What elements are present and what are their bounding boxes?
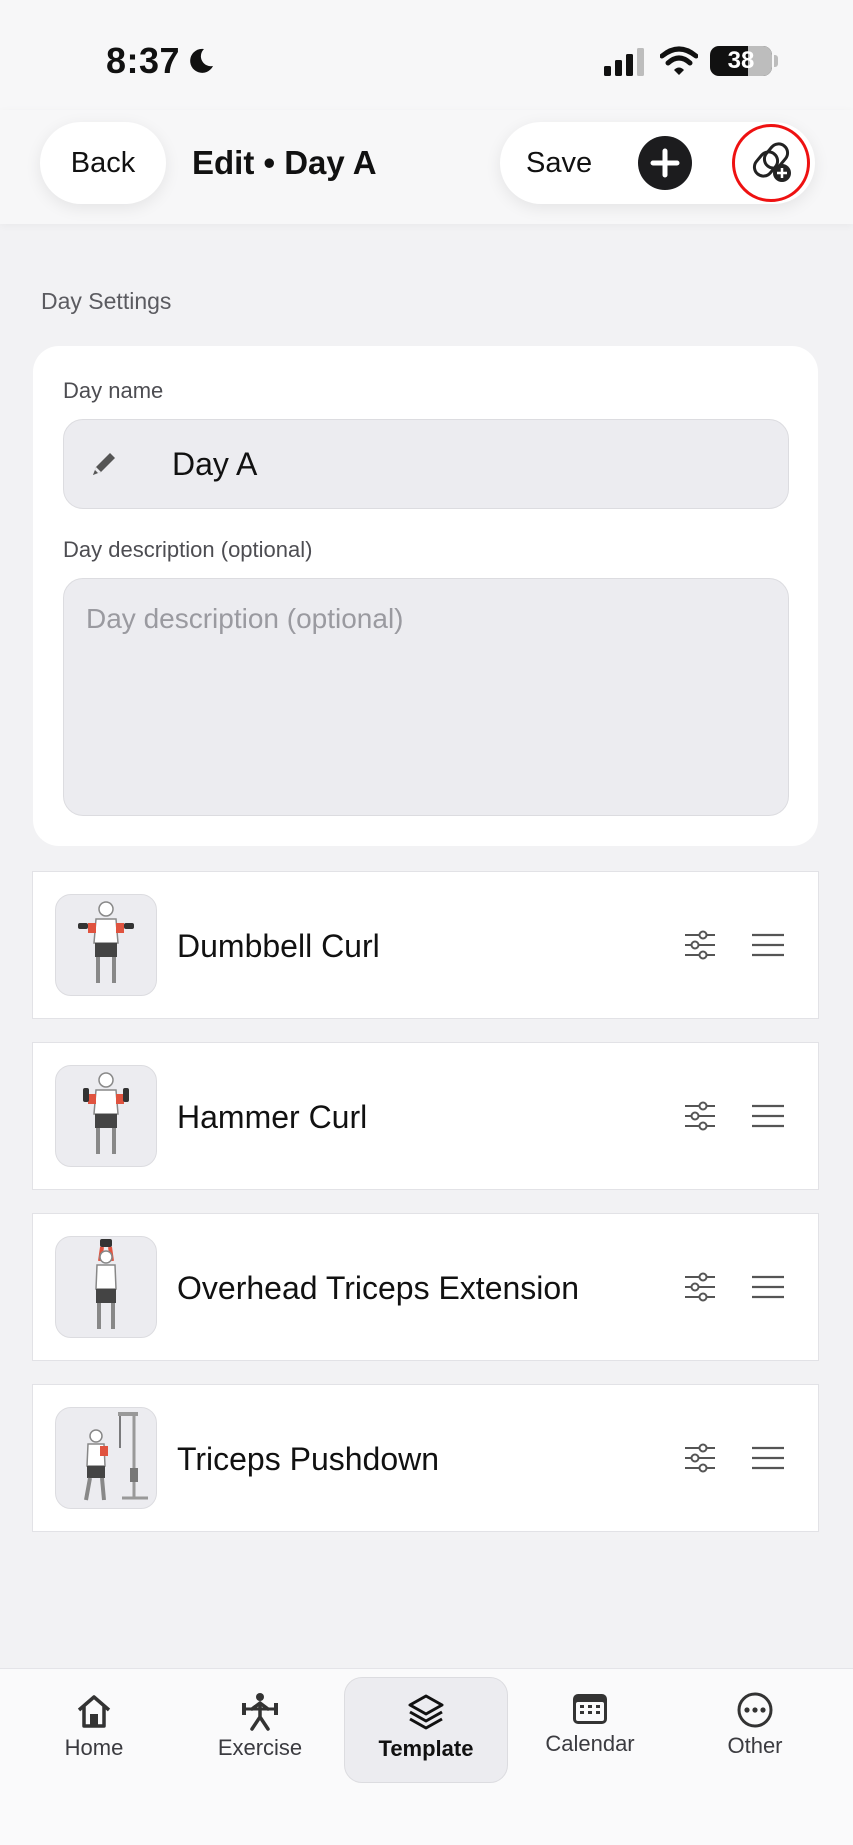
overhead-extension-figure-icon xyxy=(95,1239,117,1329)
exercise-thumbnail xyxy=(55,1065,157,1167)
tab-label: Calendar xyxy=(545,1731,635,1756)
exercise-row[interactable]: Triceps Pushdown xyxy=(32,1384,819,1532)
exercise-name: Hammer Curl xyxy=(177,1099,368,1135)
back-button[interactable]: Back xyxy=(40,122,166,204)
tab-calendar[interactable]: Calendar xyxy=(508,1677,672,1783)
battery-tip xyxy=(774,55,778,67)
tab-bar: Home Exercise Template Calendar Other xyxy=(0,1668,853,1845)
tab-label: Exercise xyxy=(217,1735,303,1760)
cellular-signal-icon xyxy=(604,48,644,76)
tab-exercise[interactable]: Exercise xyxy=(178,1677,342,1783)
exercise-name: Triceps Pushdown xyxy=(177,1441,440,1477)
dumbbell-curl-figure-icon xyxy=(78,901,134,983)
day-name-field[interactable]: Day A xyxy=(63,419,789,509)
add-exercise-button[interactable] xyxy=(638,136,692,190)
drag-handle-icon[interactable] xyxy=(751,1445,785,1471)
moon-icon xyxy=(190,48,213,73)
header-actions: Save xyxy=(500,122,815,204)
add-superset-button[interactable] xyxy=(732,124,810,202)
exercise-name: Overhead Triceps Extension xyxy=(177,1270,579,1306)
more-icon xyxy=(737,1692,773,1728)
day-description-field[interactable] xyxy=(63,578,789,816)
status-bar: 8:37 38 xyxy=(0,0,853,110)
exercise-row[interactable]: Overhead Triceps Extension xyxy=(32,1213,819,1361)
day-settings-card: Day name Day A Day description (optional… xyxy=(33,346,818,846)
exercise-name: Dumbbell Curl xyxy=(177,928,380,964)
plus-icon xyxy=(650,148,680,178)
exercise-thumbnail xyxy=(55,1236,157,1338)
tab-home[interactable]: Home xyxy=(12,1677,176,1783)
battery-percent: 38 xyxy=(727,47,755,74)
hammer-curl-figure-icon xyxy=(83,1072,129,1154)
page-title: Edit • Day A xyxy=(192,144,377,181)
battery-indicator: 38 xyxy=(710,46,772,76)
nav-header: Back Edit • Day A Save xyxy=(0,110,853,224)
section-label: Day Settings xyxy=(41,288,172,314)
link-add-icon xyxy=(752,142,791,182)
drag-handle-icon[interactable] xyxy=(751,932,785,958)
day-name-label: Day name xyxy=(63,378,164,403)
sliders-icon[interactable] xyxy=(683,928,717,962)
house-icon xyxy=(77,1695,111,1728)
pencil-icon xyxy=(93,453,115,475)
wifi-icon xyxy=(660,46,698,75)
exercise-row[interactable]: Dumbbell Curl xyxy=(32,871,819,1019)
tab-label: Template xyxy=(378,1736,474,1761)
tab-label: Home xyxy=(64,1735,124,1760)
calendar-icon xyxy=(573,1694,607,1724)
save-button[interactable]: Save xyxy=(514,139,604,188)
sliders-icon[interactable] xyxy=(683,1270,717,1304)
day-description-label: Day description (optional) xyxy=(63,537,313,562)
drag-handle-icon[interactable] xyxy=(751,1274,785,1300)
drag-handle-icon[interactable] xyxy=(751,1103,785,1129)
exercise-thumbnail xyxy=(55,1407,157,1509)
tab-label: Other xyxy=(727,1733,783,1758)
cable-pushdown-figure-icon xyxy=(84,1412,148,1501)
tab-template[interactable]: Template xyxy=(344,1677,508,1783)
sliders-icon[interactable] xyxy=(683,1441,717,1475)
status-time: 8:37 xyxy=(106,40,181,81)
tab-other[interactable]: Other xyxy=(673,1677,837,1783)
exercise-row[interactable]: Hammer Curl xyxy=(32,1042,819,1190)
sliders-icon[interactable] xyxy=(683,1099,717,1133)
day-name-value: Day A xyxy=(172,446,258,482)
layers-icon xyxy=(408,1694,444,1730)
exercise-thumbnail xyxy=(55,894,157,996)
weightlifter-icon xyxy=(242,1693,278,1731)
